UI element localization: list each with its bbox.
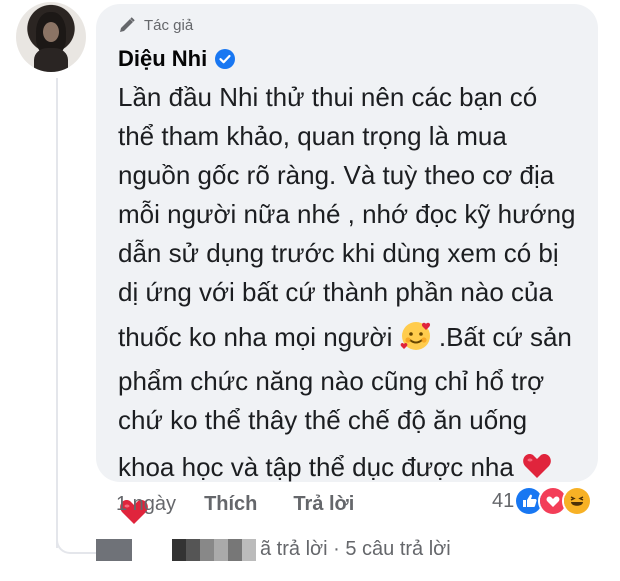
thread-connector bbox=[56, 520, 98, 554]
smiling-face-with-hearts-icon bbox=[400, 318, 432, 350]
comment-actions: 1 ngày Thích Trả lời bbox=[116, 493, 390, 516]
comment-line: mỗi người nữa nhé , nhớ đọc kỹ hướng bbox=[118, 199, 576, 229]
red-heart-icon bbox=[521, 446, 553, 478]
replies-row[interactable]: ã trả lời · 5 câu trả lời bbox=[96, 538, 451, 561]
comment-text: Lần đầu Nhi thử thui nên các bạn có thể … bbox=[118, 78, 588, 538]
comment-line: khoa học và tập thể dục được nha bbox=[118, 452, 514, 482]
comment-timestamp[interactable]: 1 ngày bbox=[116, 493, 176, 516]
comment-line: thể tham khảo, quan trọng là mua bbox=[118, 121, 507, 151]
reply-avatars-placeholder bbox=[96, 538, 256, 561]
reply-button[interactable]: Trả lời bbox=[293, 493, 354, 516]
comment-line: nguồn gốc rõ ràng. Và tuỳ theo cơ địa bbox=[118, 160, 555, 190]
author-badge: Tác giả bbox=[118, 16, 193, 34]
haha-reaction-icon bbox=[562, 486, 593, 516]
author-badge-label: Tác giả bbox=[144, 16, 194, 34]
comment-bubble: Tác giả Diệu Nhi Lần đầu Nhi thử thui nê… bbox=[96, 4, 598, 524]
reaction-summary[interactable]: 41 bbox=[492, 486, 593, 516]
reaction-count: 41 bbox=[492, 489, 515, 512]
comment-line: thuốc ko nha mọi người bbox=[118, 322, 393, 352]
comment-line: phẩm chức năng nào cũng chỉ hổ trợ bbox=[118, 366, 545, 396]
comment-line: dẫn sử dụng trước khi dùng xem có bị bbox=[118, 238, 559, 268]
comment-line: Lần đầu Nhi thử thui nên các bạn có bbox=[118, 82, 538, 112]
thread-line bbox=[56, 78, 58, 548]
verified-icon bbox=[215, 49, 236, 69]
replies-summary[interactable]: ã trả lời · 5 câu trả lời bbox=[260, 538, 451, 561]
like-button[interactable]: Thích bbox=[204, 493, 257, 516]
comment-line: dị ứng với bất cứ thành phần nào của bbox=[118, 277, 553, 307]
pen-icon bbox=[118, 16, 136, 34]
avatar[interactable] bbox=[16, 2, 86, 72]
comment-line: chứ ko thể thây thế chế độ ăn uống bbox=[118, 405, 528, 435]
comment-line: .Bất cứ sản bbox=[431, 322, 572, 352]
author-name[interactable]: Diệu Nhi bbox=[118, 46, 207, 72]
